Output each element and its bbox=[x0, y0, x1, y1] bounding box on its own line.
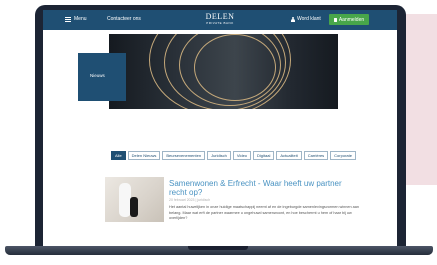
tab-video[interactable]: Video bbox=[232, 151, 252, 160]
tab-actualiteit[interactable]: Actualiteit bbox=[276, 151, 302, 160]
laptop-notch bbox=[188, 246, 248, 250]
tab-corporate[interactable]: Corporate bbox=[330, 151, 356, 160]
article-title[interactable]: Samenwonen & Erfrecht - Waar heeft uw pa… bbox=[169, 179, 359, 197]
logo-main-text: DELEN bbox=[205, 12, 235, 21]
login-button[interactable]: Aanmelden bbox=[329, 14, 369, 25]
tab-beursevenementen[interactable]: Beursevenementen bbox=[162, 151, 206, 160]
user-icon bbox=[291, 16, 295, 22]
contact-link[interactable]: Contacteer ons bbox=[107, 16, 141, 22]
thumbnail-shoe bbox=[130, 197, 138, 217]
article-excerpt: Het aantal huwelijken in onze huidige ma… bbox=[169, 205, 359, 220]
category-tabs: Alle Delen Nieuws Beursevenementen Jurid… bbox=[111, 151, 356, 160]
top-navbar: Menu Contacteer ons DELEN PRIVATE BANK W… bbox=[43, 10, 397, 30]
tab-carrieres[interactable]: Carrières bbox=[303, 151, 329, 160]
delen-logo[interactable]: DELEN PRIVATE BANK bbox=[199, 12, 241, 26]
article-thumbnail[interactable] bbox=[105, 177, 164, 222]
hero-image bbox=[109, 34, 338, 109]
logo-sub-text: PRIVATE BANK bbox=[206, 21, 234, 25]
tab-digitaal[interactable]: Digitaal bbox=[253, 151, 275, 160]
lock-icon bbox=[333, 17, 337, 22]
menu-button[interactable]: Menu bbox=[65, 16, 87, 22]
client-label: Word klant bbox=[297, 16, 321, 22]
become-client-link[interactable]: Word klant bbox=[291, 16, 321, 22]
hamburger-icon bbox=[65, 16, 71, 22]
login-label: Aanmelden bbox=[338, 16, 365, 23]
tab-delen-nieuws[interactable]: Delen Nieuws bbox=[127, 151, 161, 160]
menu-label: Menu bbox=[74, 16, 87, 22]
tab-alle[interactable]: Alle bbox=[111, 151, 126, 160]
hero-title-box: Nieuws bbox=[78, 53, 126, 101]
chair-wire-ring bbox=[194, 34, 276, 101]
hero-title: Nieuws bbox=[90, 73, 105, 78]
article-date: 20 februari 2023 | juridisch bbox=[169, 198, 211, 202]
browser-screen: Menu Contacteer ons DELEN PRIVATE BANK W… bbox=[43, 10, 397, 248]
tab-juridisch[interactable]: Juridisch bbox=[207, 151, 231, 160]
